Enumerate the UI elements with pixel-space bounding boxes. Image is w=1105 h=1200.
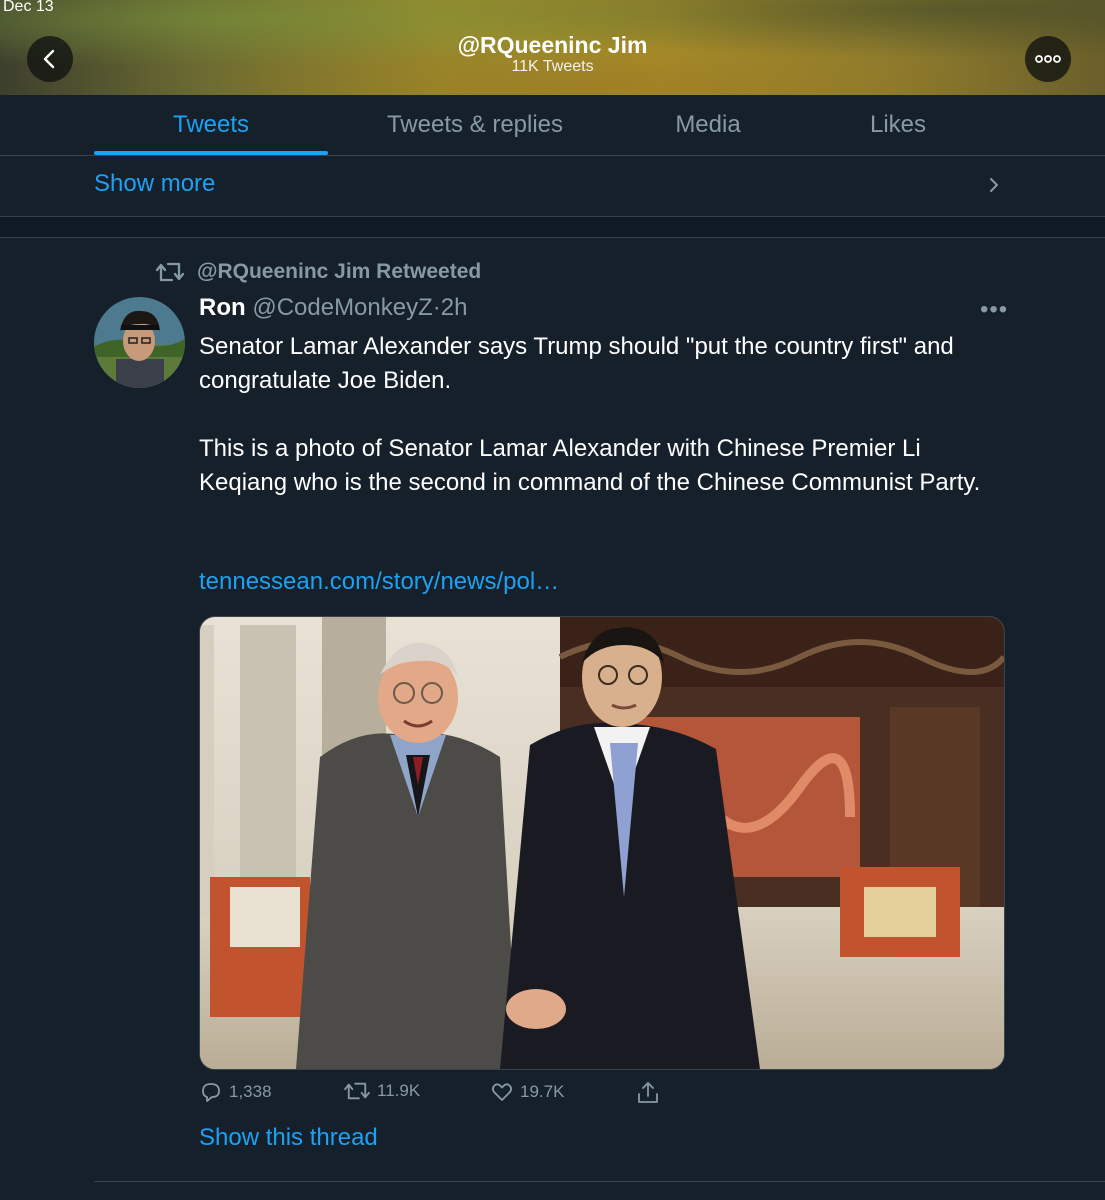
profile-header: Dec 13 @RQueeninc Jim 11K Tweets	[0, 0, 1105, 95]
more-icon	[1035, 55, 1061, 63]
section-divider	[0, 217, 1105, 238]
tweet-author-line: Ron @CodeMonkeyZ·2h	[199, 294, 467, 322]
avatar[interactable]	[94, 297, 185, 388]
tweet-divider	[94, 1181, 1105, 1182]
more-options-button[interactable]	[1025, 36, 1071, 82]
reply-icon	[202, 1083, 220, 1102]
retweet-action[interactable]: 11.9K	[343, 1080, 420, 1102]
tweet-photo[interactable]	[199, 616, 1005, 1070]
chevron-right-icon	[990, 178, 998, 192]
reply-action[interactable]: 1,338	[199, 1080, 272, 1104]
heart-icon	[491, 1083, 513, 1101]
show-more-row[interactable]: Show more	[0, 156, 1105, 217]
share-icon	[638, 1082, 658, 1103]
retweet-count: 11.9K	[377, 1081, 421, 1100]
retweet-label: @RQueeninc Jim Retweeted	[197, 260, 482, 283]
meta-separator: ·	[432, 294, 441, 321]
tweet-paragraph: This is a photo of Senator Lamar Alexand…	[199, 435, 981, 496]
tweet-paragraph: Senator Lamar Alexander says Trump shoul…	[199, 333, 954, 394]
tweet-actions: 1,338 11.9K 19.7K	[199, 1080, 1003, 1114]
author-handle[interactable]: @CodeMonkeyZ	[252, 294, 432, 321]
status-date: Dec 13	[3, 0, 54, 15]
tab-likes[interactable]: Likes	[840, 95, 956, 155]
like-count: 19.7K	[520, 1082, 565, 1101]
retweet-icon	[155, 262, 185, 282]
tab-tweets[interactable]: Tweets	[94, 95, 328, 155]
share-action[interactable]	[635, 1080, 661, 1106]
tweet-link[interactable]: tennessean.com/story/news/pol…	[199, 568, 559, 596]
author-name[interactable]: Ron	[199, 294, 246, 321]
retweet-icon	[344, 1082, 370, 1100]
profile-title: @RQueeninc Jim	[457, 32, 648, 58]
tweet-count: 11K Tweets	[511, 58, 594, 75]
retweet-context[interactable]: @RQueeninc Jim Retweeted	[155, 258, 481, 286]
tweet-options-icon[interactable]: •••	[980, 296, 1008, 324]
active-tab-indicator	[94, 151, 328, 155]
tweet-text: Senator Lamar Alexander says Trump shoul…	[199, 330, 1009, 500]
tab-tweets-replies[interactable]: Tweets & replies	[360, 95, 590, 155]
reply-count: 1,338	[229, 1082, 272, 1101]
like-action[interactable]: 19.7K	[490, 1080, 564, 1104]
tweet-time: 2h	[440, 294, 468, 321]
show-thread-link[interactable]: Show this thread	[199, 1124, 378, 1152]
tab-media[interactable]: Media	[640, 95, 776, 155]
show-more-label: Show more	[94, 170, 216, 197]
profile-tabs: Tweets Tweets & replies Media Likes	[0, 95, 1105, 156]
